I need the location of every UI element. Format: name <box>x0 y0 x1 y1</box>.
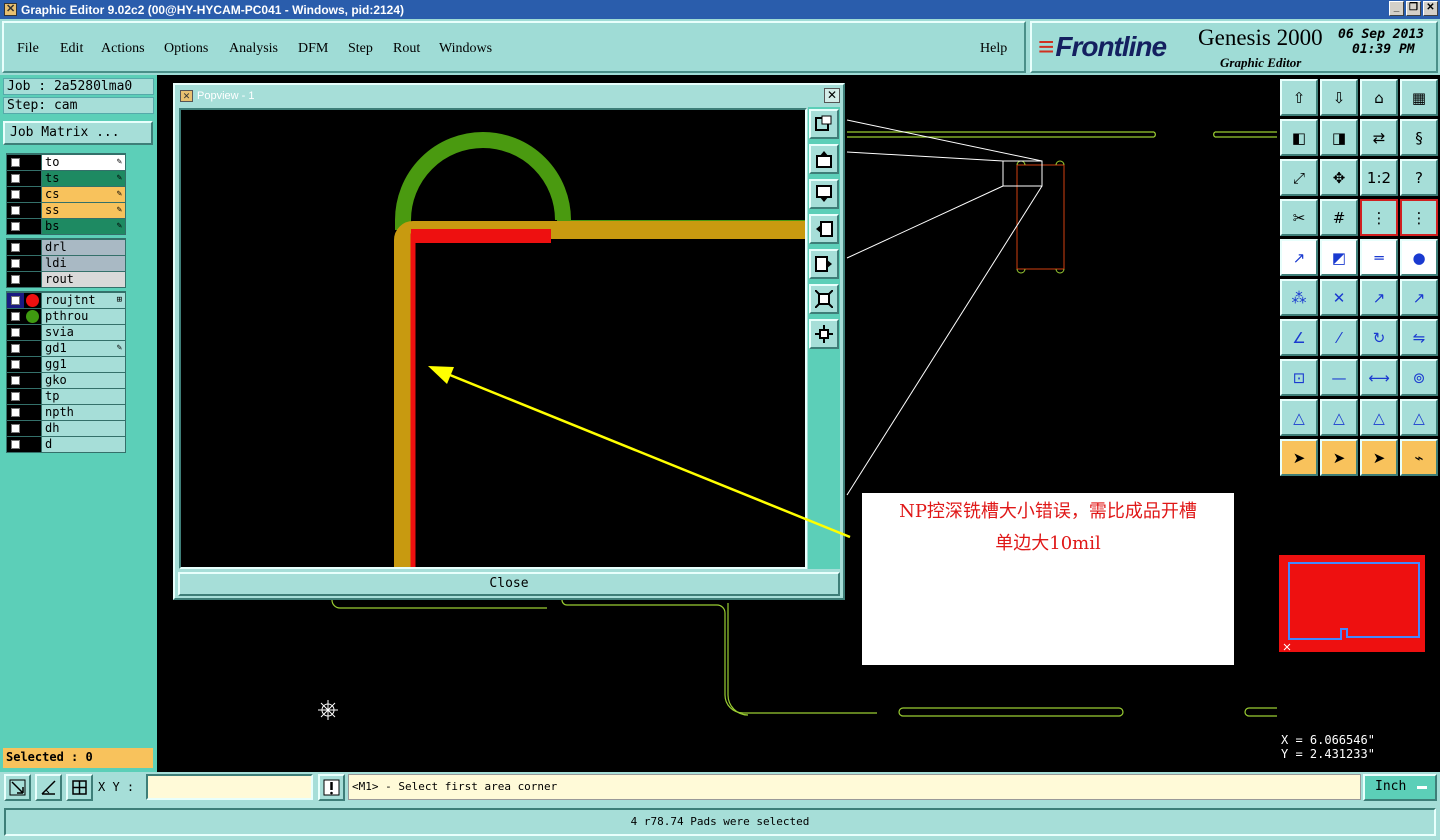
cluster-icon[interactable]: ⊚ <box>1400 359 1438 396</box>
tool-settings-icon[interactable]: ✂ <box>1280 199 1318 236</box>
grid-toggle-icon[interactable]: # <box>1320 199 1358 236</box>
annotation-arrow <box>428 366 851 539</box>
measure-icon[interactable] <box>35 774 62 801</box>
home-down-icon[interactable]: ⇩ <box>1320 79 1358 116</box>
mirror-icon[interactable]: ⇋ <box>1400 319 1438 356</box>
grid-icon[interactable] <box>66 774 93 801</box>
polygon-4-icon[interactable]: △ <box>1400 399 1438 436</box>
polygon-1-icon[interactable]: △ <box>1280 399 1318 436</box>
select-icon[interactable]: ↗ <box>1280 239 1318 276</box>
cursor-coordinates: X = 6.066546" Y = 2.431233" <box>1279 730 1438 770</box>
angle-icon[interactable]: ∠ <box>1280 319 1318 356</box>
help-icon[interactable]: ? <box>1400 159 1438 196</box>
fit-icon[interactable]: ⤢ <box>1280 159 1318 196</box>
line-icon[interactable]: ⁄ <box>1320 319 1358 356</box>
pad-icon[interactable]: ● <box>1400 239 1438 276</box>
unit-selector[interactable]: Inch <box>1363 774 1437 801</box>
xy-input[interactable] <box>146 774 313 800</box>
swap-icon[interactable]: ⇄ <box>1360 119 1398 156</box>
command-bar: X Y : <M1> - Select first area corner In… <box>0 772 1440 804</box>
prompt-message: <M1> - Select first area corner <box>348 774 1361 800</box>
annotation-line-2: 单边大10mil <box>995 533 1101 554</box>
pointer-icon[interactable]: ➤ <box>1280 439 1318 476</box>
xy-label: X Y : <box>98 780 135 794</box>
copy-icon[interactable]: ↗ <box>1400 279 1438 316</box>
status-bar: 4 r78.74 Pads were selected <box>0 804 1440 840</box>
home-icon[interactable]: ⌂ <box>1360 79 1398 116</box>
status-message: 4 r78.74 Pads were selected <box>4 808 1436 836</box>
coord-x: X = 6.066546" <box>1281 733 1375 747</box>
netlist-icon[interactable]: ⋮ <box>1360 199 1398 236</box>
measure-dist-icon[interactable]: ⟷ <box>1360 359 1398 396</box>
add-pad-icon[interactable]: ⊡ <box>1280 359 1318 396</box>
unit-value: Inch <box>1375 779 1407 794</box>
rotate-icon[interactable]: ↻ <box>1360 319 1398 356</box>
snake-icon[interactable]: § <box>1400 119 1438 156</box>
center-icon[interactable]: ✥ <box>1320 159 1358 196</box>
home-up-icon[interactable]: ⇧ <box>1280 79 1318 116</box>
polygon-2-icon[interactable]: △ <box>1320 399 1358 436</box>
split-icon[interactable]: — <box>1320 359 1358 396</box>
dropdown-icon <box>1417 786 1427 789</box>
annotation-note: NP控深铣槽大小错误，需比成品开槽 单边大10mil <box>862 493 1234 665</box>
pointer-select-icon[interactable]: ➤ <box>1360 439 1398 476</box>
alert-icon[interactable] <box>318 774 345 801</box>
connect-icon[interactable]: ⁂ <box>1280 279 1318 316</box>
pointer-box-icon[interactable]: ➤ <box>1320 439 1358 476</box>
ruler-icon[interactable]: ═ <box>1360 239 1398 276</box>
overview-minimap[interactable] <box>1279 487 1438 727</box>
scale-icon[interactable]: 1:2 <box>1360 159 1398 196</box>
window-split-icon[interactable]: ▦ <box>1400 79 1438 116</box>
move-icon[interactable]: ↗ <box>1360 279 1398 316</box>
draw-icon[interactable]: ◩ <box>1320 239 1358 276</box>
snap-icon[interactable] <box>4 774 31 801</box>
route-icon[interactable]: ⌁ <box>1400 439 1438 476</box>
annotation-line-1: NP控深铣槽大小错误，需比成品开槽 <box>899 501 1197 522</box>
polygon-3-icon[interactable]: △ <box>1360 399 1398 436</box>
minimap-drawing <box>1279 555 1425 652</box>
netlist-compare-icon[interactable]: ⋮ <box>1400 199 1438 236</box>
coord-y: Y = 2.431233" <box>1281 747 1375 761</box>
step-left-icon[interactable]: ◧ <box>1280 119 1318 156</box>
delete-feature-icon[interactable]: ✕ <box>1320 279 1358 316</box>
step-right-icon[interactable]: ◨ <box>1320 119 1358 156</box>
